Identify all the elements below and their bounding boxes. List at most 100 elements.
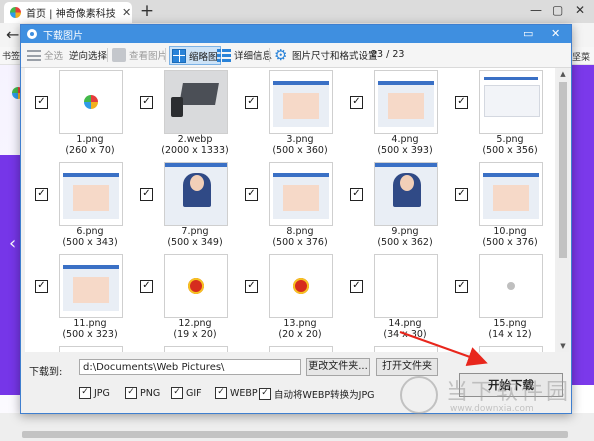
carousel-prev-icon[interactable]: ‹ (9, 233, 16, 254)
image-thumbnail[interactable] (59, 254, 123, 318)
app-icon (27, 29, 37, 39)
image-thumbnail[interactable] (59, 70, 123, 134)
image-item[interactable]: ✓ 9.png (500 x 362) (350, 162, 442, 254)
image-item[interactable]: ✓ 15.png (14 x 12) (455, 254, 547, 346)
download-images-dialog: 下载图片 ▭ ✕ 全选 逆向选择 查看图片 缩略图 详细信息 ⚙ 图片尺寸和格式… (20, 24, 572, 414)
image-select-checkbox[interactable]: ✓ (245, 188, 258, 201)
image-select-checkbox[interactable]: ✓ (455, 280, 468, 293)
image-select-checkbox[interactable]: ✓ (35, 96, 48, 109)
image-select-checkbox[interactable]: ✓ (245, 280, 258, 293)
image-thumbnail[interactable] (164, 346, 228, 352)
scroll-down-icon[interactable]: ▼ (557, 340, 569, 352)
tab-close-icon[interactable]: ✕ (122, 6, 131, 19)
download-path-field[interactable]: d:\Documents\Web Pictures\ (79, 359, 301, 375)
image-dimensions: (500 x 393) (377, 145, 433, 156)
watermark-text: 当下软件园 (446, 380, 572, 405)
view-image-button[interactable]: 查看图片 (112, 46, 167, 63)
details-view-button[interactable]: 详细信息 (217, 46, 272, 63)
horizontal-scrollbar[interactable] (22, 431, 568, 438)
image-thumbnail[interactable] (479, 346, 543, 352)
format-png-checkbox[interactable]: ✓ PNG (125, 387, 160, 399)
image-item[interactable]: ✓ 13.png (20 x 20) (245, 254, 337, 346)
image-thumbnail[interactable] (59, 346, 123, 352)
image-thumbnail[interactable] (374, 346, 438, 352)
image-thumbnail[interactable] (479, 162, 543, 226)
check-icon: ✓ (259, 388, 271, 400)
dialog-restore-icon[interactable]: ▭ (523, 27, 533, 40)
dialog-close-icon[interactable]: ✕ (551, 27, 560, 40)
image-thumbnail[interactable] (164, 162, 228, 226)
image-filename: 6.png (76, 226, 104, 237)
image-item[interactable]: ✓ 1.png (260 x 70) (35, 70, 127, 162)
format-gif-checkbox[interactable]: ✓ GIF (171, 387, 202, 399)
size-format-settings-button[interactable]: ⚙ 图片尺寸和格式设置 (274, 46, 378, 63)
vertical-scrollbar[interactable]: ▲ ▼ (557, 68, 569, 352)
image-select-checkbox[interactable]: ✓ (350, 188, 363, 201)
format-jpg-checkbox[interactable]: ✓ JPG (79, 387, 110, 399)
image-item[interactable]: ✓ 7.png (500 x 349) (140, 162, 232, 254)
image-select-checkbox[interactable]: ✓ (140, 96, 153, 109)
image-item[interactable]: ✓ 5.png (500 x 356) (455, 70, 547, 162)
dialog-title: 下载图片 (43, 30, 83, 42)
gear-icon: ⚙ (274, 45, 288, 64)
image-select-checkbox[interactable]: ✓ (35, 280, 48, 293)
change-folder-button[interactable]: 更改文件夹... (306, 358, 370, 376)
image-item[interactable]: ✓ 2.webp (2000 x 1333) (140, 70, 232, 162)
image-select-checkbox[interactable]: ✓ (140, 280, 153, 293)
image-item[interactable]: ✓ 10.png (500 x 376) (455, 162, 547, 254)
image-thumbnail[interactable] (374, 162, 438, 226)
image-filename: 2.webp (177, 134, 213, 145)
browser-tab[interactable]: 首页 | 神奇像素科技 ✕ (4, 2, 132, 23)
image-thumbnail[interactable] (479, 254, 543, 318)
image-item[interactable]: ✓ 8.png (500 x 376) (245, 162, 337, 254)
image-select-checkbox[interactable]: ✓ (455, 96, 468, 109)
webp-to-jpg-checkbox[interactable]: ✓ 自动将WEBP转换为JPG (259, 387, 375, 401)
image-thumbnail[interactable] (374, 254, 438, 318)
image-item[interactable]: ✓ 6.png (500 x 343) (35, 162, 127, 254)
select-all-button[interactable]: 全选 (27, 46, 63, 63)
image-thumbnail[interactable] (164, 254, 228, 318)
image-item[interactable]: ✓ 12.png (19 x 20) (140, 254, 232, 346)
minimize-icon[interactable]: — (530, 3, 542, 17)
image-select-checkbox[interactable]: ✓ (350, 96, 363, 109)
image-item[interactable]: ✓ 3.png (500 x 360) (245, 70, 337, 162)
thumbnails-view-button[interactable]: 缩略图 (169, 46, 221, 65)
details-label: 详细信息 (234, 50, 273, 62)
image-select-checkbox[interactable]: ✓ (455, 188, 468, 201)
image-thumbnail[interactable] (374, 70, 438, 134)
toolbar-divider (269, 48, 270, 62)
image-item[interactable]: ✓ 4.png (500 x 393) (350, 70, 442, 162)
browser-tab-bar: 首页 | 神奇像素科技 ✕ + — ▢ ✕ (0, 0, 594, 23)
new-tab-button[interactable]: + (137, 2, 157, 20)
thumbnail-grid-icon (172, 48, 186, 63)
dialog-title-bar[interactable]: 下载图片 ▭ ✕ (21, 25, 571, 43)
image-select-checkbox[interactable]: ✓ (140, 188, 153, 201)
scrollbar-thumb[interactable] (559, 82, 567, 258)
image-item[interactable]: ✓ 11.png (500 x 323) (35, 254, 127, 346)
image-item[interactable]: ✓ 14.png (34 x 30) (350, 254, 442, 346)
image-thumbnail[interactable] (269, 254, 333, 318)
window-close-icon[interactable]: ✕ (575, 3, 585, 17)
image-dimensions: (500 x 376) (482, 237, 538, 248)
image-select-checkbox[interactable]: ✓ (350, 280, 363, 293)
back-arrow-icon[interactable]: ← (6, 25, 19, 44)
scroll-up-icon[interactable]: ▲ (557, 68, 569, 80)
image-thumbnail[interactable] (269, 162, 333, 226)
image-thumbnail[interactable] (269, 70, 333, 134)
image-select-checkbox[interactable]: ✓ (35, 188, 48, 201)
image-dimensions: (500 x 362) (377, 237, 433, 248)
maximize-icon[interactable]: ▢ (552, 3, 563, 17)
image-thumbnail[interactable] (479, 70, 543, 134)
image-dimensions: (14 x 12) (488, 329, 532, 340)
image-thumbnail[interactable] (269, 346, 333, 352)
image-filename: 1.png (76, 134, 104, 145)
image-thumbnail[interactable] (59, 162, 123, 226)
image-count-label: 23 / 23 (371, 49, 405, 60)
image-thumbnail[interactable] (164, 70, 228, 134)
format-webp-checkbox[interactable]: ✓ WEBP (215, 387, 258, 399)
image-select-checkbox[interactable]: ✓ (245, 96, 258, 109)
view-image-label: 查看图片 (129, 50, 168, 62)
image-dimensions: (19 x 20) (173, 329, 217, 340)
invert-selection-button[interactable]: 逆向选择 (69, 46, 107, 63)
image-filename: 14.png (388, 318, 422, 329)
